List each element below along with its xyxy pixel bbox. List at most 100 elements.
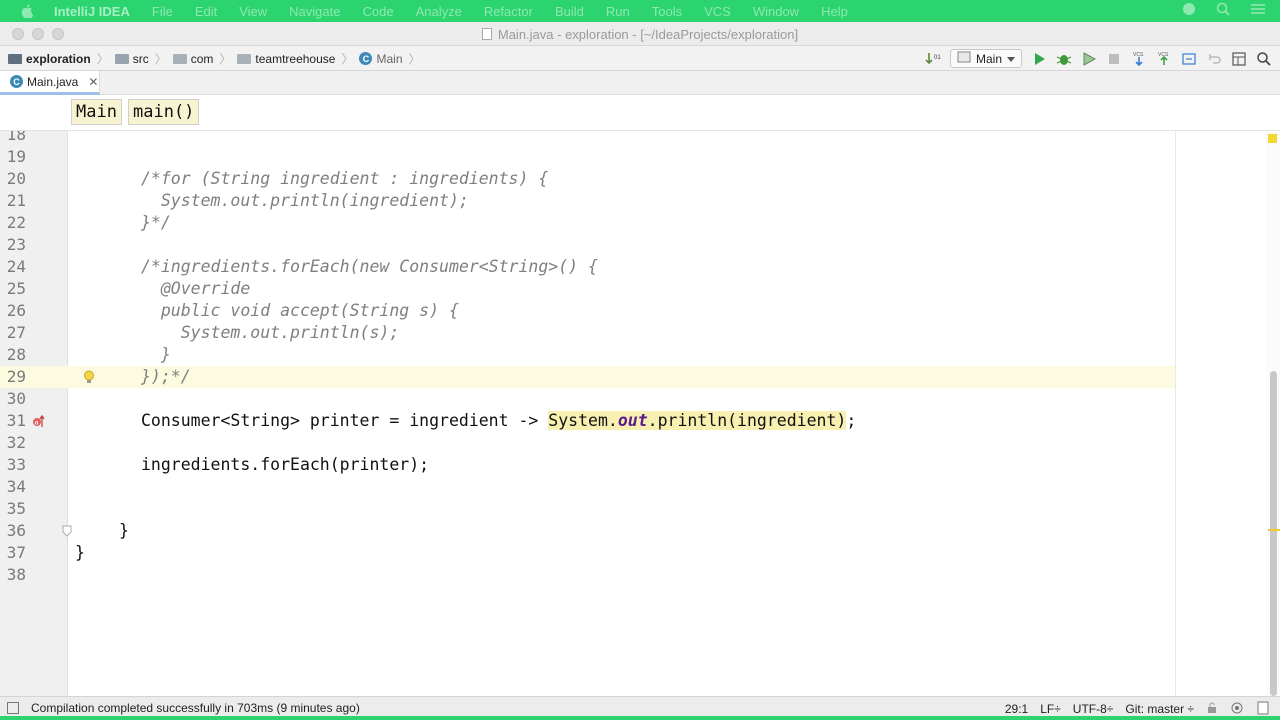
menu-app-name[interactable]: IntelliJ IDEA [54, 4, 130, 19]
analysis-status-marker[interactable] [1268, 134, 1277, 143]
line-number: 22 [6, 213, 26, 232]
code-line[interactable]: 28 } [0, 344, 1175, 366]
code-line[interactable]: 20 /*for (String ingredient : ingredient… [0, 168, 1175, 190]
warning-stripe[interactable] [1268, 529, 1280, 531]
code-text: } [119, 521, 129, 540]
tab-label: Main.java [27, 74, 79, 89]
editor-crumb-class[interactable]: Main [71, 99, 122, 125]
run-configuration-select[interactable]: Main [949, 49, 1022, 68]
vcs-branch-widget[interactable]: Git: master ÷ [1125, 702, 1194, 716]
close-icon[interactable]: ✕ [88, 75, 98, 89]
code-line[interactable]: 32 [0, 432, 1175, 454]
line-number: 29 [6, 367, 26, 386]
lightbulb-icon[interactable] [82, 370, 96, 384]
code-line[interactable]: 36 } [0, 520, 1175, 542]
code-line[interactable]: 31 o Consumer<String> printer = ingredie… [0, 410, 1175, 432]
tab-main-java[interactable]: C Main.java ✕ [0, 71, 100, 95]
crumb-teamtreehouse[interactable]: teamtreehouse [237, 52, 335, 66]
notification-center-icon[interactable] [1250, 2, 1266, 21]
menu-file[interactable]: File [152, 4, 173, 19]
menu-window[interactable]: Window [753, 4, 799, 19]
code-line[interactable]: 21 System.out.println(ingredient); [0, 190, 1175, 212]
crumb-com[interactable]: com [172, 52, 213, 66]
code-line[interactable]: 37 } [0, 542, 1175, 564]
project-structure-icon[interactable] [1231, 51, 1247, 67]
debug-button[interactable] [1056, 51, 1072, 67]
code-editor[interactable]: 18 19 20 /*for (String ingredient : ingr… [0, 131, 1280, 696]
menu-build[interactable]: Build [555, 4, 584, 19]
crumb-project[interactable]: exploration [8, 52, 91, 66]
scrollbar-thumb[interactable] [1270, 371, 1277, 696]
src-folder-icon [114, 53, 129, 64]
sort-icon[interactable]: 01 [925, 51, 941, 67]
code-text: /*for (String ingredient : ingredients) … [141, 169, 549, 188]
vcs-update-icon[interactable]: VCS [1131, 51, 1147, 67]
menu-tools[interactable]: Tools [652, 4, 682, 19]
encoding-widget[interactable]: UTF-8÷ [1073, 702, 1114, 716]
menu-navigate[interactable]: Navigate [289, 4, 340, 19]
code-line[interactable]: 34 [0, 476, 1175, 498]
code-text: System.out.println(s); [141, 323, 400, 342]
code-line[interactable]: 26 public void accept(String s) { [0, 300, 1175, 322]
line-number: 32 [6, 433, 26, 452]
run-button[interactable] [1031, 51, 1047, 67]
menu-edit[interactable]: Edit [195, 4, 217, 19]
status-icon[interactable] [1182, 2, 1196, 21]
line-separator-widget[interactable]: LF÷ [1040, 702, 1061, 716]
lock-icon[interactable] [1206, 702, 1218, 717]
code-line[interactable]: 35 [0, 498, 1175, 520]
editor-tabs: C Main.java ✕ [0, 71, 1280, 95]
vcs-compare-icon[interactable] [1181, 51, 1197, 67]
line-number: 30 [6, 389, 26, 408]
window-title-text: Main.java - exploration - [~/IdeaProject… [497, 27, 799, 42]
menu-run[interactable]: Run [606, 4, 630, 19]
code-line[interactable]: 18 [0, 131, 1175, 146]
highlighted-expression: System.out.println(ingredient) [548, 411, 847, 430]
coverage-button[interactable] [1081, 51, 1097, 67]
apple-icon[interactable] [20, 4, 34, 18]
menu-refactor[interactable]: Refactor [484, 4, 533, 19]
stop-button[interactable] [1106, 51, 1122, 67]
code-line[interactable]: 22 }*/ [0, 212, 1175, 234]
tool-windows-icon[interactable] [7, 702, 19, 714]
code-line-current[interactable]: 29 });*/ [0, 366, 1175, 388]
vertical-scrollbar[interactable] [1266, 131, 1280, 696]
crumb-src-label: src [132, 51, 149, 66]
menu-help[interactable]: Help [821, 4, 848, 19]
code-line[interactable]: 33 ingredients.forEach(printer); [0, 454, 1175, 476]
run-config-icon [957, 51, 971, 66]
revert-icon[interactable] [1206, 51, 1222, 67]
menu-code[interactable]: Code [362, 4, 393, 19]
line-number: 31 [6, 411, 26, 430]
code-line[interactable]: 25 @Override [0, 278, 1175, 300]
editor-crumb-method[interactable]: main() [128, 99, 200, 125]
code-line[interactable]: 27 System.out.println(s); [0, 322, 1175, 344]
code-line[interactable]: 30 [0, 388, 1175, 410]
vcs-commit-icon[interactable]: VCS [1156, 51, 1172, 67]
event-log-icon[interactable] [1256, 701, 1270, 718]
search-everywhere-icon[interactable] [1256, 51, 1272, 67]
caret-position[interactable]: 29:1 [1005, 702, 1028, 716]
menu-vcs[interactable]: VCS [704, 4, 731, 19]
project-folder-icon [8, 53, 22, 64]
code-text: Consumer<String> printer = ingredient ->… [141, 410, 856, 432]
spotlight-search-icon[interactable] [1216, 2, 1230, 21]
chevron-down-icon [1007, 52, 1015, 66]
line-number: 33 [6, 455, 26, 474]
code-line[interactable]: 23 [0, 234, 1175, 256]
package-folder-icon [172, 53, 187, 64]
menu-analyze[interactable]: Analyze [416, 4, 462, 19]
crumb-main[interactable]: C Main [359, 52, 403, 66]
inspector-icon[interactable] [1230, 701, 1244, 718]
implements-method-icon[interactable]: o [32, 414, 46, 428]
menu-view[interactable]: View [239, 4, 267, 19]
fold-icon[interactable] [62, 524, 76, 538]
code-line[interactable]: 19 [0, 146, 1175, 168]
code-line[interactable]: 38 [0, 564, 1175, 586]
main-toolbar: 01 Main VCS VCS [925, 46, 1272, 71]
code-text: public void accept(String s) { [141, 301, 459, 320]
code-line[interactable]: 24 /*ingredients.forEach(new Consumer<St… [0, 256, 1175, 278]
crumb-src[interactable]: src [114, 51, 149, 66]
crumb-separator: 〉 [154, 52, 167, 66]
status-message[interactable]: Compilation completed successfully in 70… [31, 701, 360, 715]
